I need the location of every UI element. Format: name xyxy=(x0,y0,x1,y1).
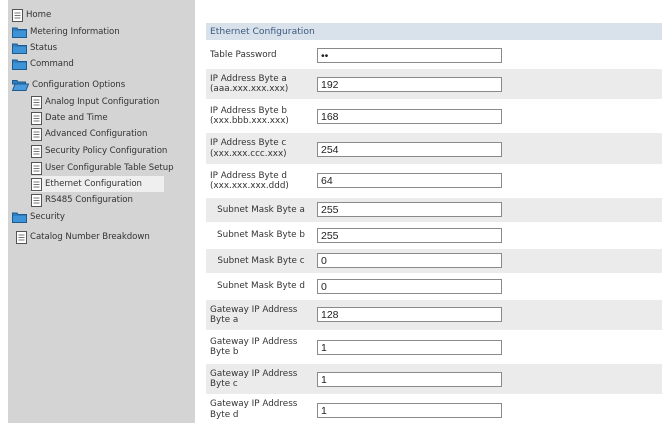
sidebar-item-home[interactable]: Home xyxy=(12,7,51,23)
folder-icon xyxy=(12,211,27,223)
sidebar-item-rs485-configuration[interactable]: RS485 Configuration xyxy=(31,192,133,208)
ip-address-byte-b-field[interactable] xyxy=(317,109,502,124)
form-row-subnet-byte-d: Subnet Mask Byte d xyxy=(206,275,662,298)
document-icon xyxy=(12,8,23,22)
table-password-field[interactable] xyxy=(317,48,502,63)
sidebar-item-analog-input-configuration[interactable]: Analog Input Configuration xyxy=(31,94,159,110)
field-label: IP Address Byte c (xxx.xxx.ccc.xxx) xyxy=(210,138,287,159)
field-label: IP Address Byte d (xxx.xxx.xxx.ddd) xyxy=(210,170,289,192)
form-row-gateway-byte-c: Gateway IP Address Byte c xyxy=(206,364,662,394)
sidebar-item-command[interactable]: Command xyxy=(12,56,74,72)
document-icon xyxy=(31,177,42,191)
document-icon xyxy=(31,193,42,207)
document-icon xyxy=(31,161,42,175)
field-label: Subnet Mask Byte d xyxy=(217,281,305,292)
form-row-subnet-byte-b: Subnet Mask Byte b xyxy=(206,224,662,247)
section-title: Ethernet Configuration xyxy=(206,23,662,40)
form-row-ip-byte-d: IP Address Byte d (xxx.xxx.xxx.ddd) xyxy=(206,166,662,196)
gateway-ip-byte-a-field[interactable] xyxy=(317,307,502,322)
field-label: Gateway IP Address Byte d xyxy=(210,399,298,420)
ip-address-byte-c-field[interactable] xyxy=(317,142,502,157)
folder-icon xyxy=(12,26,27,38)
folder-icon xyxy=(12,58,27,70)
sidebar-item-date-and-time[interactable]: Date and Time xyxy=(31,110,108,126)
form-row-subnet-byte-a: Subnet Mask Byte a xyxy=(206,198,662,222)
ip-address-byte-d-field[interactable] xyxy=(317,173,502,188)
form-row-ip-byte-a: IP Address Byte a (aaa.xxx.xxx.xxx) xyxy=(206,69,662,99)
sidebar-item-security-policy-configuration[interactable]: Security Policy Configuration xyxy=(31,143,167,159)
sidebar-item-label: Ethernet Configuration xyxy=(45,179,142,189)
gateway-ip-byte-b-field[interactable] xyxy=(317,340,502,355)
form-row-gateway-byte-b: Gateway IP Address Byte b xyxy=(206,332,662,362)
field-label: IP Address Byte b (xxx.bbb.xxx.xxx) xyxy=(210,105,289,127)
sidebar-item-label: Command xyxy=(30,59,74,69)
sidebar-item-advanced-configuration[interactable]: Advanced Configuration xyxy=(31,126,147,142)
field-label: Table Password xyxy=(210,50,277,61)
form-row-subnet-byte-c: Subnet Mask Byte c xyxy=(206,249,662,273)
form-row-table-password: Table Password xyxy=(206,45,662,66)
sidebar-item-catalog-number-breakdown[interactable]: Catalog Number Breakdown xyxy=(16,229,150,245)
ip-address-byte-a-field[interactable] xyxy=(317,77,502,92)
sidebar-item-ethernet-configuration[interactable]: Ethernet Configuration xyxy=(31,176,164,192)
document-icon xyxy=(16,230,27,244)
navigation-sidebar: Home Metering Information Status Command… xyxy=(8,0,195,423)
sidebar-item-user-configurable-table-setup[interactable]: User Configurable Table Setup xyxy=(31,160,174,176)
subnet-mask-byte-a-field[interactable] xyxy=(317,202,502,217)
sidebar-item-label: Configuration Options xyxy=(32,80,126,90)
field-label: IP Address Byte a (aaa.xxx.xxx.xxx) xyxy=(210,73,289,95)
sidebar-item-label: Security xyxy=(30,212,65,222)
sidebar-item-label: RS485 Configuration xyxy=(45,195,133,205)
field-label: Gateway IP Address Byte a xyxy=(210,304,298,326)
sidebar-item-label: Date and Time xyxy=(45,113,108,123)
subnet-mask-byte-b-field[interactable] xyxy=(317,228,502,243)
folder-icon xyxy=(12,42,27,54)
folder-open-icon xyxy=(12,79,29,91)
field-label: Subnet Mask Byte c xyxy=(217,255,305,266)
document-icon xyxy=(31,144,42,158)
subnet-mask-byte-d-field[interactable] xyxy=(317,279,502,294)
sidebar-item-status[interactable]: Status xyxy=(12,40,57,56)
form-row-ip-byte-b: IP Address Byte b (xxx.bbb.xxx.xxx) xyxy=(206,101,662,131)
sidebar-item-security[interactable]: Security xyxy=(12,209,65,225)
field-label: Subnet Mask Byte b xyxy=(217,230,305,241)
document-icon xyxy=(31,111,42,125)
sidebar-item-metering-information[interactable]: Metering Information xyxy=(12,24,120,40)
sidebar-item-label: Home xyxy=(26,10,52,20)
sidebar-item-label: Metering Information xyxy=(30,27,120,37)
field-label: Gateway IP Address Byte c xyxy=(210,368,298,390)
document-icon xyxy=(31,127,42,141)
page: Home Metering Information Status Command… xyxy=(0,0,666,423)
subnet-mask-byte-c-field[interactable] xyxy=(317,253,502,268)
sidebar-item-label: Security Policy Configuration xyxy=(45,146,168,156)
sidebar-item-label: Status xyxy=(30,43,58,53)
gateway-ip-byte-d-field[interactable] xyxy=(317,403,502,418)
form-row-ip-byte-c: IP Address Byte c (xxx.xxx.ccc.xxx) xyxy=(206,133,662,164)
main-content: Ethernet Configuration Table Password IP… xyxy=(196,0,666,423)
sidebar-item-configuration-options[interactable]: Configuration Options xyxy=(12,77,125,93)
sidebar-item-label: Catalog Number Breakdown xyxy=(30,232,150,242)
field-label: Gateway IP Address Byte b xyxy=(210,336,298,358)
document-icon xyxy=(31,95,42,109)
form-row-gateway-byte-d: Gateway IP Address Byte d xyxy=(206,396,662,423)
form-row-gateway-byte-a: Gateway IP Address Byte a xyxy=(206,300,662,330)
sidebar-item-label: Advanced Configuration xyxy=(45,129,148,139)
field-label: Subnet Mask Byte a xyxy=(217,204,305,215)
sidebar-item-label: User Configurable Table Setup xyxy=(45,163,174,173)
sidebar-item-label: Analog Input Configuration xyxy=(45,97,160,107)
gateway-ip-byte-c-field[interactable] xyxy=(317,372,502,387)
